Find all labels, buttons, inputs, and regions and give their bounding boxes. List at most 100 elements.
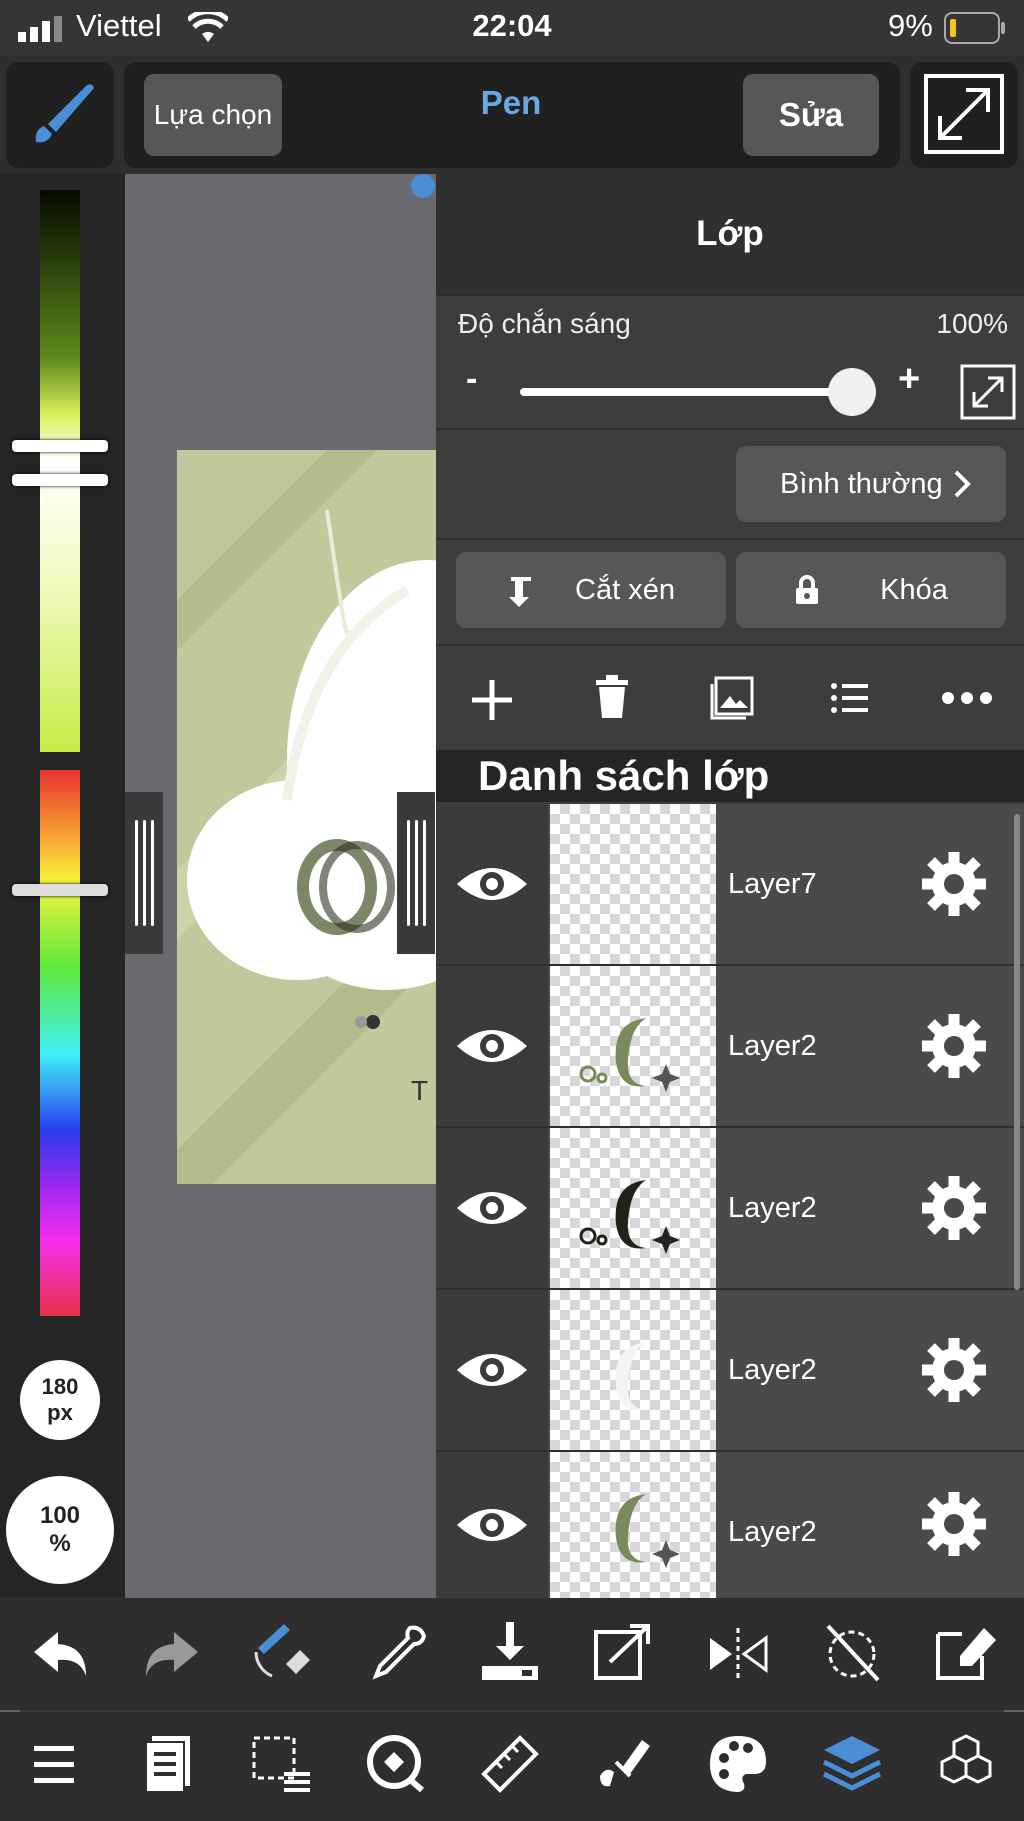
fill-tool-icon[interactable] <box>592 1732 656 1796</box>
select-button[interactable]: Lựa chọn <box>144 74 282 156</box>
layer-thumbnail <box>550 966 716 1126</box>
layer-panel-title: Lớp <box>696 214 764 253</box>
layer-name: Layer2 <box>728 1354 817 1386</box>
brush-size-unit: px <box>47 1400 73 1425</box>
ruler-icon[interactable] <box>478 1732 542 1796</box>
gear-icon[interactable] <box>916 1332 992 1408</box>
eyedropper-icon[interactable] <box>366 1622 430 1686</box>
transform-icon[interactable] <box>592 1620 656 1684</box>
battery-percent: 9% <box>888 8 933 43</box>
undo-icon[interactable] <box>28 1622 92 1686</box>
layer-name: Layer2 <box>728 1516 817 1548</box>
status-bar: Viettel 22:04 9% <box>0 0 1024 56</box>
brush-opacity-unit: % <box>49 1530 71 1557</box>
hue-slider[interactable] <box>40 770 80 1316</box>
layer-list-scrollbar[interactable] <box>1014 814 1020 1290</box>
top-toolbar: Lựa chọn Pen Sửa <box>0 56 1024 174</box>
lock-label: Khóa <box>880 573 948 606</box>
layer-row[interactable]: Layer2 <box>436 966 1024 1128</box>
eye-icon <box>457 1354 527 1386</box>
left-panel-handle[interactable] <box>125 792 163 954</box>
brush-size-value: 180 <box>41 1374 79 1399</box>
brightness-handle-bottom[interactable] <box>12 474 108 486</box>
hue-handle[interactable] <box>12 884 108 896</box>
current-tool-label[interactable]: Pen <box>436 84 586 122</box>
layer-thumbnail <box>550 1290 716 1450</box>
brush-opacity-value: 100 <box>39 1502 81 1529</box>
visibility-toggle[interactable] <box>436 804 548 964</box>
brush-opacity-badge[interactable]: 100 % <box>6 1476 114 1584</box>
edit-button[interactable]: Sửa <box>743 74 879 156</box>
opacity-plus-button[interactable]: + <box>898 358 920 401</box>
left-color-panel: 180 px 100 % <box>0 174 125 1598</box>
layer-name: Layer2 <box>728 1192 817 1224</box>
brush-button[interactable] <box>6 62 114 168</box>
thumbnail-art <box>615 1494 680 1568</box>
layer-thumbnail <box>550 804 716 964</box>
visibility-toggle[interactable] <box>436 1128 548 1288</box>
brightness-slider[interactable] <box>40 190 80 752</box>
layer-list-header: Danh sách lớp <box>436 750 1024 802</box>
layer-name: Layer7 <box>728 868 817 900</box>
clip-button[interactable]: Cắt xén <box>456 552 726 628</box>
expand-icon <box>924 74 1004 154</box>
layer-thumbnail <box>550 1128 716 1288</box>
more-options-icon[interactable] <box>942 692 992 704</box>
pages-icon[interactable] <box>138 1732 202 1796</box>
rotate-off-icon[interactable] <box>820 1620 884 1684</box>
lock-icon <box>796 575 819 604</box>
selection-icon[interactable] <box>250 1732 314 1796</box>
opacity-minus-button[interactable]: - <box>466 360 477 399</box>
layer-row[interactable]: Layer2 <box>436 1128 1024 1290</box>
clip-arrow-icon <box>509 577 532 607</box>
layers-icon[interactable] <box>820 1732 884 1796</box>
thumbnail-art <box>615 1342 646 1411</box>
eye-icon <box>457 1509 527 1541</box>
brush-icon <box>35 84 94 143</box>
visibility-toggle[interactable] <box>436 1452 548 1598</box>
menu-icon[interactable] <box>26 1734 90 1798</box>
3d-material-icon[interactable] <box>934 1732 998 1796</box>
color-palette-icon[interactable] <box>706 1732 770 1796</box>
brightness-handle-top[interactable] <box>12 440 108 452</box>
download-icon[interactable] <box>478 1620 542 1684</box>
gear-icon[interactable] <box>916 1008 992 1084</box>
fullscreen-button[interactable] <box>910 62 1018 168</box>
brush-size-badge[interactable]: 180 px <box>20 1360 100 1440</box>
gear-icon[interactable] <box>916 1486 992 1562</box>
trash-icon[interactable] <box>594 674 630 720</box>
blend-mode-label: Bình thường <box>780 467 943 500</box>
canvas-area[interactable]: T <box>125 174 436 1598</box>
layer-row[interactable]: Layer2 <box>436 1290 1024 1452</box>
add-layer-icon[interactable] <box>470 678 514 722</box>
snap-icon[interactable] <box>364 1732 428 1796</box>
layer-name: Layer2 <box>728 1030 817 1062</box>
expand-opacity-icon[interactable] <box>960 364 1016 420</box>
blend-mode-button[interactable]: Bình thường <box>736 446 1006 522</box>
image-layer-icon[interactable] <box>710 676 754 720</box>
brush-swap-icon[interactable] <box>250 1620 314 1684</box>
visibility-toggle[interactable] <box>436 966 548 1126</box>
gear-icon[interactable] <box>916 1170 992 1246</box>
right-panel-handle[interactable] <box>397 792 435 954</box>
flip-horizontal-icon[interactable] <box>706 1622 770 1686</box>
visibility-toggle[interactable] <box>436 1290 548 1450</box>
eye-icon <box>457 868 527 900</box>
layer-list-title: Danh sách lớp <box>478 752 770 799</box>
layer-panel-header: Lớp <box>436 174 1024 294</box>
clip-label: Cắt xén <box>575 573 675 606</box>
battery-icon <box>944 12 1005 44</box>
gear-icon[interactable] <box>916 846 992 922</box>
opacity-slider-track[interactable] <box>520 388 866 396</box>
layer-row[interactable]: Layer2 <box>436 1452 1024 1598</box>
page-indicator-dot <box>411 174 435 198</box>
list-icon[interactable] <box>830 682 868 714</box>
eye-icon <box>457 1192 527 1224</box>
bottom-toolbar-menu <box>0 1712 1024 1821</box>
layer-row[interactable]: Layer7 <box>436 804 1024 966</box>
lock-button[interactable]: Khóa <box>736 552 1006 628</box>
opacity-value: 100% <box>936 308 1008 339</box>
eraser-edit-icon[interactable] <box>934 1620 998 1684</box>
opacity-slider-thumb[interactable] <box>828 368 876 416</box>
redo-icon[interactable] <box>140 1622 204 1686</box>
